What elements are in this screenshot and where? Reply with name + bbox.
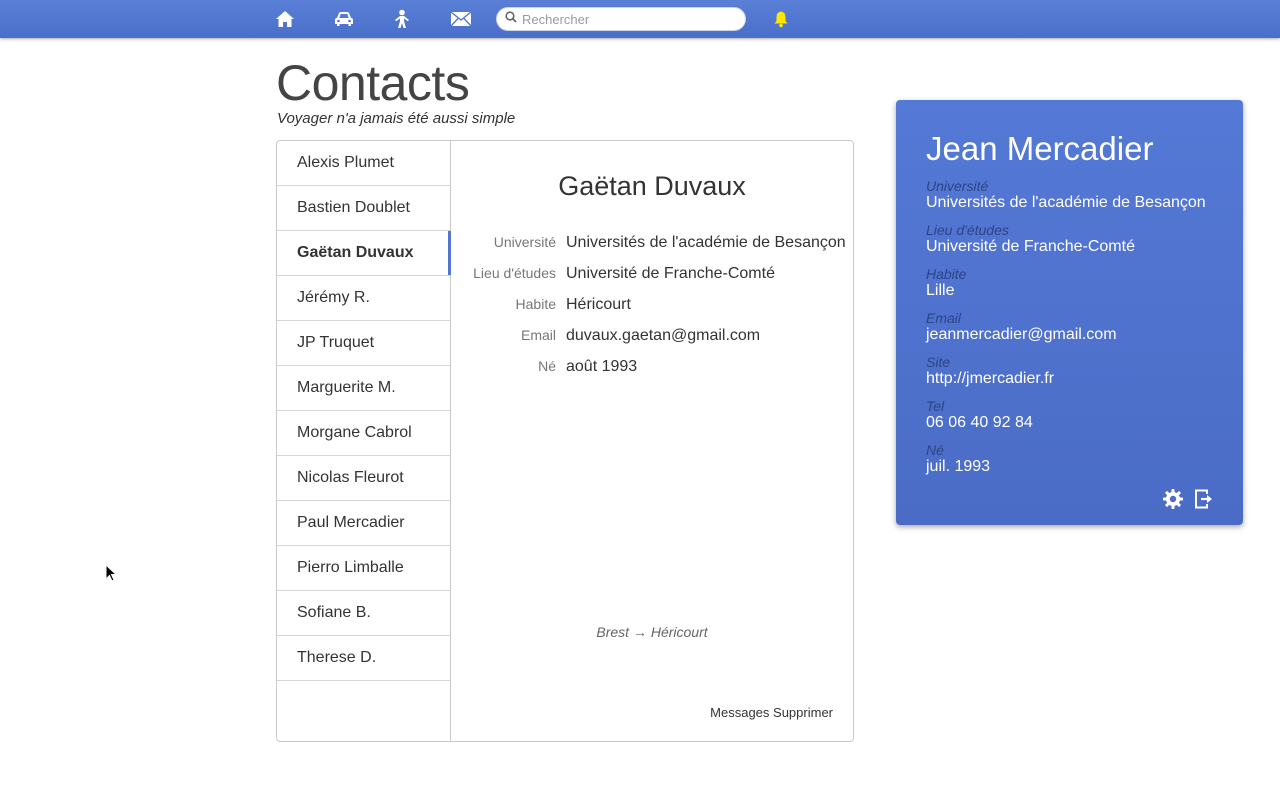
detail-field-row: Email duvaux.gaetan@gmail.com xyxy=(451,327,760,349)
profile-field: Email jeanmercadier@gmail.com xyxy=(926,310,1117,344)
profile-field-value: Université de Franche-Comté xyxy=(926,238,1135,255)
profile-card: Jean Mercadier Université Universités de … xyxy=(896,100,1243,525)
car-icon[interactable] xyxy=(333,9,355,29)
profile-field-value[interactable]: http://jmercadier.fr xyxy=(926,370,1054,388)
contact-list-item[interactable]: Jérémy R. xyxy=(277,276,450,321)
person-icon[interactable] xyxy=(391,9,413,29)
contact-list-item[interactable]: Nicolas Fleurot xyxy=(277,456,450,501)
detail-field-label: Lieu d'études xyxy=(473,265,556,281)
route-text: Brest → Héricourt xyxy=(596,624,708,640)
detail-field-value: Héricourt xyxy=(566,296,631,313)
detail-field-value: août 1993 xyxy=(566,358,638,375)
contact-list-item[interactable]: Alexis Plumet xyxy=(277,141,450,186)
detail-field-value: Universités de l'académie de Besançon xyxy=(566,234,846,251)
contact-list: Alexis Plumet Bastien Doublet Gaëtan Duvau… xyxy=(277,141,451,741)
search-icon xyxy=(505,10,517,28)
mail-icon[interactable] xyxy=(450,9,472,29)
contact-list-item[interactable]: Pierro Limballe xyxy=(277,546,450,591)
profile-field: Né juil. 1993 xyxy=(926,442,990,476)
detail-field-label: Université xyxy=(493,234,556,250)
home-icon[interactable] xyxy=(274,9,296,29)
profile-field: Site http://jmercadier.fr xyxy=(926,354,1054,388)
contact-actions: Messages Supprimer xyxy=(710,705,833,720)
delete-link[interactable]: Supprimer xyxy=(773,705,833,720)
profile-field-value: juil. 1993 xyxy=(926,458,991,475)
contact-detail: Gaëtan Duvaux Université Universités de l… xyxy=(451,141,853,741)
logout-icon[interactable] xyxy=(1193,488,1215,510)
profile-field-value: Lille xyxy=(926,282,955,299)
detail-field-label: Habite xyxy=(515,296,556,312)
profile-field-label: Lieu d'études xyxy=(926,222,1009,238)
bell-icon[interactable] xyxy=(770,9,792,29)
search-bar[interactable] xyxy=(496,7,746,31)
page-subtitle: Voyager n'a jamais été aussi simple xyxy=(277,110,516,127)
detail-field-label: Né xyxy=(538,358,556,374)
page-title: Contacts xyxy=(276,55,470,111)
contacts-panel: Alexis Plumet Bastien Doublet Gaëtan Duvau… xyxy=(276,140,854,742)
contact-list-item[interactable]: Therese D. xyxy=(277,636,450,681)
contact-list-item[interactable]: Bastien Doublet xyxy=(277,186,450,231)
detail-field-row: Lieu d'études Université de Franche-Comté xyxy=(451,265,775,287)
profile-field-value: 06 06 40 92 84 xyxy=(926,414,1033,431)
contact-list-item[interactable]: Marguerite M. xyxy=(277,366,450,411)
contact-list-item[interactable]: Gaëtan Duvaux xyxy=(277,231,451,276)
profile-field-value: Universités de l'académie de Besançon xyxy=(926,194,1206,211)
messages-link[interactable]: Messages xyxy=(710,705,769,720)
profile-field-label: Université xyxy=(926,178,989,194)
gear-icon[interactable] xyxy=(1162,488,1184,510)
detail-field-label: Email xyxy=(520,327,556,343)
top-navbar xyxy=(0,0,1280,38)
contact-list-item[interactable]: Paul Mercadier xyxy=(277,501,450,546)
contact-list-item[interactable]: Morgane Cabrol xyxy=(277,411,450,456)
profile-field: Tel 06 06 40 92 84 xyxy=(926,398,1033,432)
profile-field-label: Email xyxy=(926,310,962,326)
profile-field: Lieu d'études Université de Franche-Comté xyxy=(926,222,1135,256)
detail-field-row: Né août 1993 xyxy=(451,358,637,380)
profile-field-label: Site xyxy=(926,354,951,370)
mouse-cursor-icon xyxy=(105,563,118,587)
search-input[interactable] xyxy=(522,11,722,27)
contact-detail-name: Gaëtan Duvaux xyxy=(558,171,746,201)
detail-field-value: duvaux.gaetan@gmail.com xyxy=(566,327,761,344)
profile-field-label: Tel xyxy=(926,398,945,414)
detail-field-row: Université Universités de l'académie de B… xyxy=(451,234,846,256)
profile-name: Jean Mercadier xyxy=(926,130,1154,167)
contact-list-item[interactable]: JP Truquet xyxy=(277,321,450,366)
profile-field: Habite Lille xyxy=(926,266,966,300)
profile-field-label: Habite xyxy=(926,266,967,282)
contact-list-item[interactable]: Sofiane B. xyxy=(277,591,450,636)
profile-field: Université Universités de l'académie de B… xyxy=(926,178,1206,212)
detail-field-row: Habite Héricourt xyxy=(451,296,631,318)
detail-field-value: Université de Franche-Comté xyxy=(566,265,775,282)
profile-field-value[interactable]: jeanmercadier@gmail.com xyxy=(926,326,1117,344)
profile-field-label: Né xyxy=(926,442,944,458)
